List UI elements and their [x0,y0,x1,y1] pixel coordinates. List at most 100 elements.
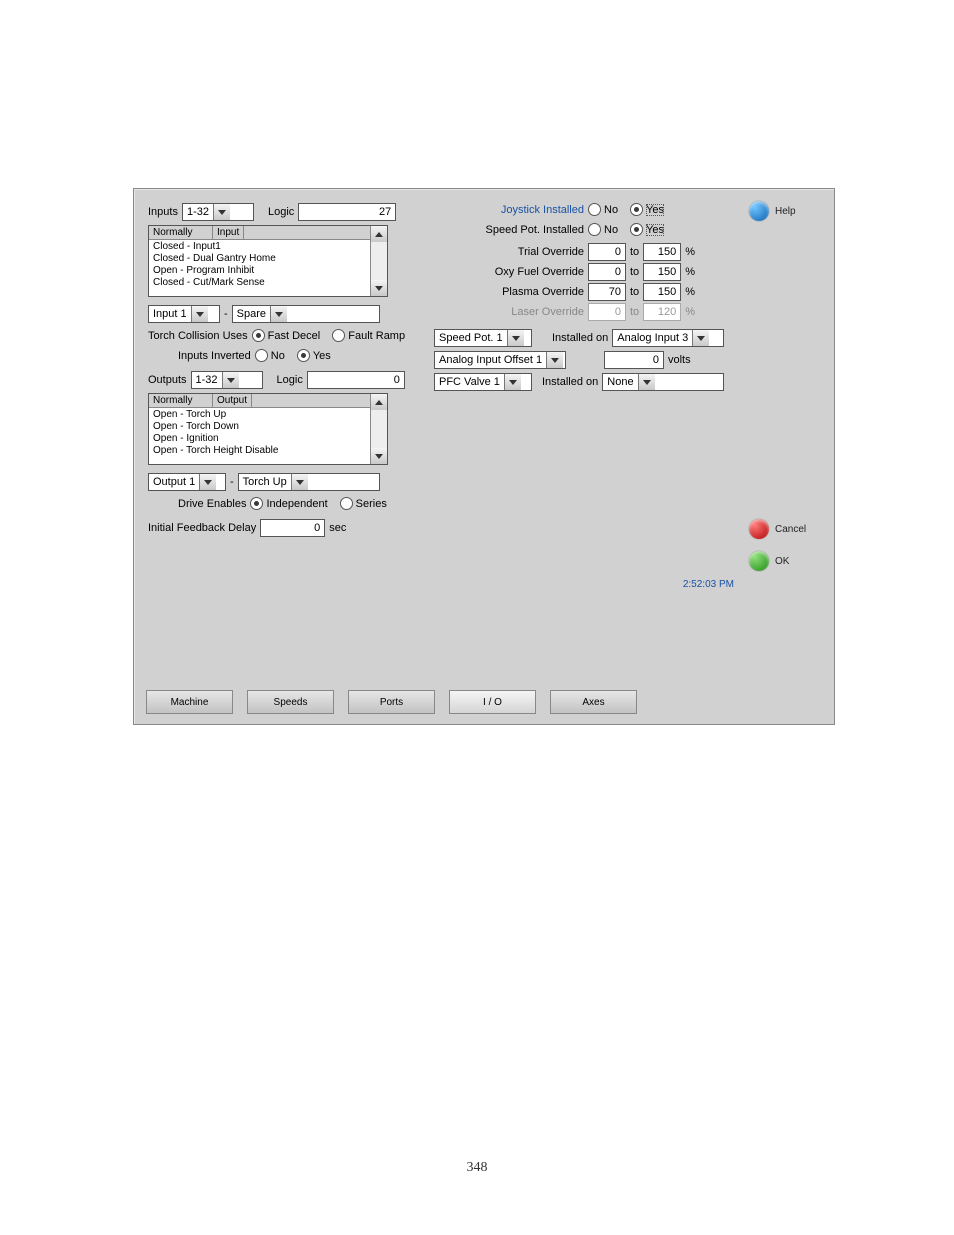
chevron-down-icon [504,374,521,390]
chevron-down-icon [222,372,239,388]
speedpot-assign-row: Speed Pot. 1 Installed on Analog Input 3 [434,329,724,347]
list-item[interactable]: Open - Torch Up [149,409,387,421]
scroll-up-icon[interactable] [371,226,387,242]
pfc-valve-row: PFC Valve 1 Installed on None [434,373,724,391]
torch-collision-fast-decel[interactable]: Fast Decel [252,329,321,342]
oxy-override-lo[interactable]: 0 [588,263,626,281]
speedpot-row: Speed Pot. Installed No Yes [474,223,672,236]
joystick-yes[interactable]: Yes [630,203,664,216]
output-function-select[interactable]: Torch Up [238,473,380,491]
speedpot-no[interactable]: No [588,223,618,236]
help-button[interactable]: Help [749,201,824,221]
tab-axes[interactable]: Axes [550,690,637,714]
analog-offset-value[interactable]: 0 [604,351,664,369]
io-settings-panel: Inputs 1-32 Logic 27 Normally Input Clos… [133,188,835,725]
inputs-list-rows: Closed - Input1 Closed - Dual Gantry Hom… [149,240,387,290]
scrollbar[interactable] [370,226,387,296]
output-assign-row: Output 1 - Torch Up [148,473,380,491]
list-item[interactable]: Closed - Dual Gantry Home [149,253,387,265]
chevron-down-icon [270,306,287,322]
drive-enables-label: Drive Enables [178,498,246,510]
tab-machine[interactable]: Machine [146,690,233,714]
inputs-inverted-row: Inputs Inverted No Yes [178,349,339,362]
ok-button[interactable]: OK [749,551,824,571]
list-item[interactable]: Open - Ignition [149,433,387,445]
list-item[interactable]: Closed - Input1 [149,241,387,253]
pfc-installed-on-select[interactable]: None [602,373,724,391]
inputs-row: Inputs 1-32 Logic 27 [148,203,396,221]
list-item[interactable]: Open - Program Inhibit [149,265,387,277]
inputs-label: Inputs [148,206,178,218]
scroll-down-icon[interactable] [371,448,387,464]
plasma-override-row: Plasma Override 70 to 150 % [474,283,695,301]
cancel-button[interactable]: Cancel [749,519,824,539]
chevron-down-icon [546,352,563,368]
list-item[interactable]: Open - Torch Height Disable [149,445,387,457]
speedpot-select[interactable]: Speed Pot. 1 [434,329,532,347]
chevron-down-icon [199,474,216,490]
speedpot-label: Speed Pot. Installed [474,224,584,236]
outputs-logic-value[interactable]: 0 [307,371,405,389]
outputs-range-select[interactable]: 1-32 [191,371,263,389]
drive-enables-row: Drive Enables Independent Series [178,497,395,510]
chevron-down-icon [213,204,230,220]
input-index-select[interactable]: Input 1 [148,305,220,323]
outputs-label: Outputs [148,374,187,386]
bottom-tabs: Machine Speeds Ports I / O Axes [146,690,637,714]
inputs-inverted-yes[interactable]: Yes [297,349,331,362]
chevron-down-icon [692,330,709,346]
inputs-logic-label: Logic [268,206,294,218]
outputs-list-rows: Open - Torch Up Open - Torch Down Open -… [149,408,387,458]
joystick-row: Joystick Installed No Yes [474,203,672,216]
scrollbar[interactable] [370,394,387,464]
laser-override-row: Laser Override 0 to 120 % [474,303,695,321]
speedpot-yes[interactable]: Yes [630,223,664,236]
feedback-delay-row: Initial Feedback Delay 0 sec [148,519,346,537]
inputs-range-select[interactable]: 1-32 [182,203,254,221]
clock: 2:52:03 PM [683,579,734,590]
tab-ports[interactable]: Ports [348,690,435,714]
pfc-valve-select[interactable]: PFC Valve 1 [434,373,532,391]
feedback-delay-unit: sec [329,522,346,534]
outputs-row: Outputs 1-32 Logic 0 [148,371,405,389]
drive-enables-independent[interactable]: Independent [250,497,327,510]
trial-override-lo[interactable]: 0 [588,243,626,261]
outputs-logic-label: Logic [277,374,303,386]
trial-override-hi[interactable]: 150 [643,243,681,261]
drive-enables-series[interactable]: Series [340,497,387,510]
list-item[interactable]: Closed - Cut/Mark Sense [149,277,387,289]
chevron-down-icon [507,330,524,346]
speedpot-installed-on-select[interactable]: Analog Input 3 [612,329,724,347]
outputs-list-header: Normally Output [149,394,387,408]
oxy-override-hi[interactable]: 150 [643,263,681,281]
plasma-override-lo[interactable]: 70 [588,283,626,301]
analog-offset-row: Analog Input Offset 1 0 volts [434,351,691,369]
inputs-inverted-label: Inputs Inverted [178,350,251,362]
chevron-down-icon [291,474,308,490]
feedback-delay-value[interactable]: 0 [260,519,325,537]
input-assign-row: Input 1 - Spare [148,305,380,323]
inputs-logic-value[interactable]: 27 [298,203,396,221]
input-function-select[interactable]: Spare [232,305,380,323]
tab-io[interactable]: I / O [449,690,536,714]
laser-override-lo: 0 [588,303,626,321]
outputs-listbox[interactable]: Normally Output Open - Torch Up Open - T… [148,393,388,465]
torch-collision-fault-ramp[interactable]: Fault Ramp [332,329,405,342]
page-number: 348 [0,1160,954,1176]
ok-icon [749,551,769,571]
scroll-down-icon[interactable] [371,280,387,296]
feedback-delay-label: Initial Feedback Delay [148,522,256,534]
analog-offset-select[interactable]: Analog Input Offset 1 [434,351,566,369]
list-item[interactable]: Open - Torch Down [149,421,387,433]
joystick-label: Joystick Installed [474,204,584,216]
oxy-override-row: Oxy Fuel Override 0 to 150 % [474,263,695,281]
torch-collision-row: Torch Collision Uses Fast Decel Fault Ra… [148,329,413,342]
output-index-select[interactable]: Output 1 [148,473,226,491]
tab-speeds[interactable]: Speeds [247,690,334,714]
help-icon [749,201,769,221]
joystick-no[interactable]: No [588,203,618,216]
plasma-override-hi[interactable]: 150 [643,283,681,301]
scroll-up-icon[interactable] [371,394,387,410]
inputs-listbox[interactable]: Normally Input Closed - Input1 Closed - … [148,225,388,297]
inputs-inverted-no[interactable]: No [255,349,285,362]
